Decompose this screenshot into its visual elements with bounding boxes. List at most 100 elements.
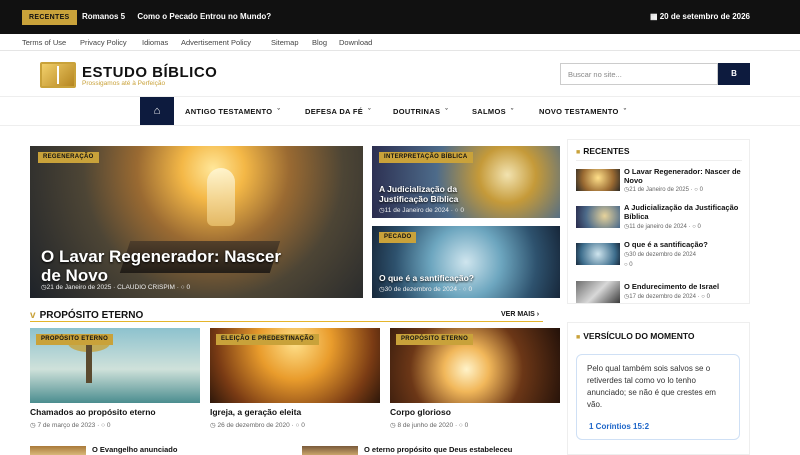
grid-category[interactable]: ELEIÇÃO E PREDESTINAÇÃO [216, 334, 319, 345]
grid-category[interactable]: PROPÓSITO ETERNO [36, 334, 114, 345]
recent-comments-count: 0 [629, 262, 633, 268]
hero-category[interactable]: REGENERAÇÃO [38, 152, 99, 163]
widget-title-text: VERSÍCULO DO MOMENTO [583, 331, 695, 341]
tree-image [86, 343, 92, 383]
chevron-down-icon: ˇ [368, 109, 371, 116]
recent-thumbnail[interactable] [576, 169, 620, 191]
widget-title: ■ RECENTES [576, 146, 630, 156]
bullet-icon: ■ [576, 334, 581, 341]
grid-date: 8 de junho de 2020 [397, 422, 454, 429]
post-thumbnail[interactable] [30, 446, 86, 455]
nav-doutrinas[interactable]: DOUTRINAS ˇ [393, 107, 448, 116]
nav-salmos[interactable]: SALMOS ˇ [472, 107, 514, 116]
recent-comments: 0 [706, 294, 710, 300]
card-date: 30 de dezembro de 2024 [384, 286, 457, 293]
grid-date: 7 de março de 2023 [37, 422, 96, 429]
list-title[interactable]: O eterno propósito que Deus estabeleceu [364, 445, 512, 454]
recent-meta: ◷17 de dezembro de 2024 · ○ 0 [624, 294, 710, 300]
section-title: v PROPÓSITO ETERNO [30, 310, 143, 321]
recent-title[interactable]: A Judicialização da Justificação Bíblica [624, 203, 744, 221]
hero-meta: ◷21 de Janeiro de 2025 · CLAUDIO CRISPIM… [41, 284, 191, 291]
grid-meta: ◷ 7 de março de 2023 · ○ 0 [30, 422, 111, 429]
link-download[interactable]: Download [339, 38, 372, 47]
nav-label: DEFESA DA FÉ [305, 107, 364, 116]
site-logo[interactable] [40, 62, 76, 88]
chevron-down-icon: ˇ [445, 109, 448, 116]
widget-title: ■ VERSÍCULO DO MOMENTO [576, 331, 695, 341]
nav-novo-testamento[interactable]: NOVO TESTAMENTO ˇ [539, 107, 626, 116]
recent-badge: RECENTES [22, 10, 77, 25]
verse-box: Pelo qual também sois salvos se o retive… [576, 354, 740, 440]
recent-meta: ◷30 de dezembro de 2024 [624, 252, 696, 258]
widget-title-text: RECENTES [583, 146, 630, 156]
grid-title[interactable]: Chamados ao propósito eterno [30, 407, 156, 417]
utility-links: Terms of Use Privacy Policy Idiomas Adve… [0, 34, 800, 51]
card-category[interactable]: PECADO [379, 232, 417, 243]
search-input[interactable]: Buscar no site... [560, 63, 718, 85]
radiant-figure-image [207, 168, 235, 226]
card-title[interactable]: A Judicialização da Justificação Bíblica [379, 184, 499, 204]
recent-date: 21 de Janeiro de 2025 [629, 187, 689, 193]
recent-title[interactable]: O Lavar Regenerador: Nascer de Novo [624, 167, 744, 185]
card-category[interactable]: INTERPRETAÇÃO BÍBLICA [379, 152, 473, 163]
hero-author[interactable]: CLAUDIO CRISPIM [117, 284, 175, 291]
recent-meta: ◷21 de Janeiro de 2025 · ○ 0 [624, 187, 703, 193]
ticker-item[interactable]: Romanos 5 [82, 12, 125, 21]
recent-thumbnail[interactable] [576, 243, 620, 265]
recent-thumbnail[interactable] [576, 206, 620, 228]
see-more-link[interactable]: VER MAIS › [501, 311, 539, 318]
grid-date: 26 de dezembro de 2020 [217, 422, 290, 429]
link-terms[interactable]: Terms of Use [22, 38, 66, 47]
chevron-down-icon: ˇ [510, 109, 514, 116]
chevron-icon: v [30, 310, 36, 321]
nav-label: SALMOS [472, 107, 506, 116]
ticker-item[interactable]: Como o Pecado Entrou no Mundo? [137, 12, 271, 21]
recent-title[interactable]: O que é a santificação? [624, 240, 744, 249]
recent-date: 11 de janeiro de 2024 [629, 224, 687, 230]
calendar-icon: ▦ [649, 12, 660, 21]
home-icon[interactable]: ⌂ [140, 97, 174, 125]
recent-date: 17 de dezembro de 2024 [629, 294, 696, 300]
verse-reference[interactable]: 1 Coríntios 15:2 [589, 422, 649, 431]
grid-comments: 0 [106, 422, 111, 429]
link-idiomas[interactable]: Idiomas [142, 38, 168, 47]
current-date: ▦ 20 de setembro de 2026 [650, 12, 750, 21]
grid-meta: ◷ 8 de junho de 2020 · ○ 0 [390, 422, 469, 429]
card-comments: 0 [468, 286, 473, 293]
list-title[interactable]: O Evangelho anunciado [92, 445, 177, 454]
recent-comments: ○ 0 [624, 262, 633, 268]
grid-title[interactable]: Igreja, a geração eleita [210, 407, 301, 417]
grid-comments: 0 [301, 422, 305, 429]
news-ticker[interactable]: Romanos 5 Como o Pecado Entrou no Mundo? [82, 12, 281, 21]
verse-text: Pelo qual também sois salvos se o retive… [587, 364, 716, 409]
grid-category[interactable]: PROPÓSITO ETERNO [396, 334, 474, 345]
site-name[interactable]: ESTUDO BÍBLICO [82, 64, 217, 81]
nav-label: NOVO TESTAMENTO [539, 107, 619, 116]
hero-title[interactable]: O Lavar Regenerador: Nascer de Novo [41, 247, 301, 285]
date-text: 20 de setembro de 2026 [659, 12, 750, 21]
link-blog[interactable]: Blog [312, 38, 327, 47]
recent-comments: 0 [699, 187, 703, 193]
bullet-icon: ■ [576, 149, 581, 156]
see-more-text: VER MAIS [501, 311, 535, 318]
search-button[interactable]: B [718, 63, 750, 85]
post-thumbnail[interactable] [302, 446, 358, 455]
recent-title[interactable]: O Endurecimento de Israel [624, 282, 744, 291]
top-bar: RECENTES Romanos 5 Como o Pecado Entrou … [0, 0, 800, 34]
card-meta: ◷30 de dezembro de 2024 · ○ 0 [379, 286, 473, 293]
link-privacy[interactable]: Privacy Policy [80, 38, 127, 47]
grid-title[interactable]: Corpo glorioso [390, 407, 451, 417]
link-sitemap[interactable]: Sitemap [271, 38, 299, 47]
card-meta: ◷11 de Janeiro de 2024 · ○ 0 [379, 207, 465, 214]
recent-date: 30 de dezembro de 2024 [629, 252, 696, 258]
nav-label: ANTIGO TESTAMENTO [185, 107, 273, 116]
nav-defesa-da-fe[interactable]: DEFESA DA FÉ ˇ [305, 107, 371, 116]
section-title-text: PROPÓSITO ETERNO [39, 310, 144, 321]
card-date: 11 de Janeiro de 2024 [384, 207, 449, 214]
link-advertisement[interactable]: Advertisement Policy [181, 38, 251, 47]
hero-comments: 0 [186, 284, 191, 291]
card-title[interactable]: O que é a santificação? [379, 273, 539, 283]
recent-thumbnail[interactable] [576, 281, 620, 303]
grid-comments: 0 [464, 422, 469, 429]
nav-antigo-testamento[interactable]: ANTIGO TESTAMENTO ˇ [185, 107, 280, 116]
